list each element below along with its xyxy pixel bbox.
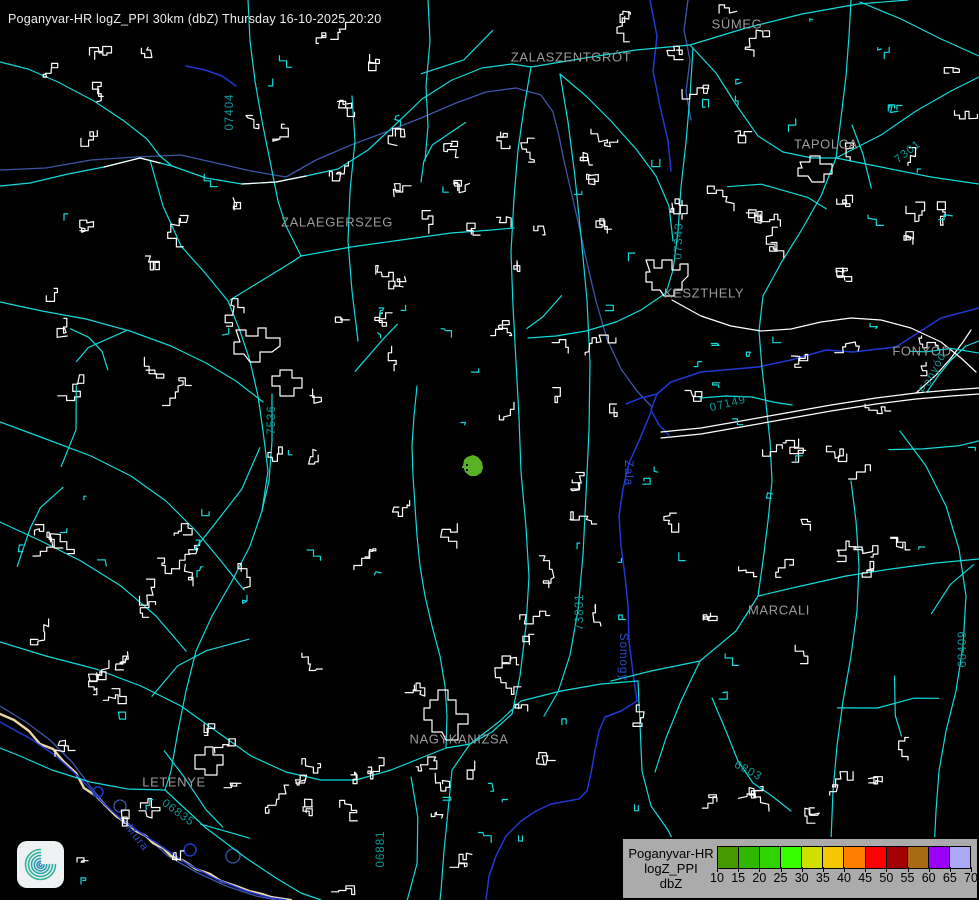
radar-title: Poganyvar-HR logZ_PPI 30km (dbZ) Thursda… [8,12,381,26]
legend-swatch [760,846,781,869]
legend-swatch [717,846,739,869]
radar-screenshot: SÜMEGZALASZENTGRÓTTAPOLCAZALAEGERSZEGKES… [0,0,979,900]
legend-swatch [823,846,844,869]
legend-tick-labels: 10152025303540455055606570 [717,871,971,887]
map-canvas [0,0,979,900]
settlement-outlines [104,156,979,775]
met-spiral-logo [17,841,64,888]
legend-tick: 70 [956,871,979,885]
dbz-legend: Poganyvar-HR logZ_PPI dbZ 10152025303540… [621,837,979,900]
legend-color-scale [717,846,971,867]
legend-swatch [781,846,802,869]
legend-swatch [908,846,929,869]
radar-echo-cell [462,455,483,476]
legend-swatch [866,846,887,869]
legend-swatch [929,846,950,869]
legend-swatch [844,846,865,869]
legend-swatch [802,846,823,869]
river-lines [0,0,979,900]
road-network [0,0,979,900]
spiral-icon [17,841,64,888]
legend-swatch [950,846,971,869]
legend-swatch [887,846,908,869]
river-lines-secondary [0,0,691,900]
legend-station: Poganyvar-HR [625,846,717,861]
legend-swatch [739,846,760,869]
